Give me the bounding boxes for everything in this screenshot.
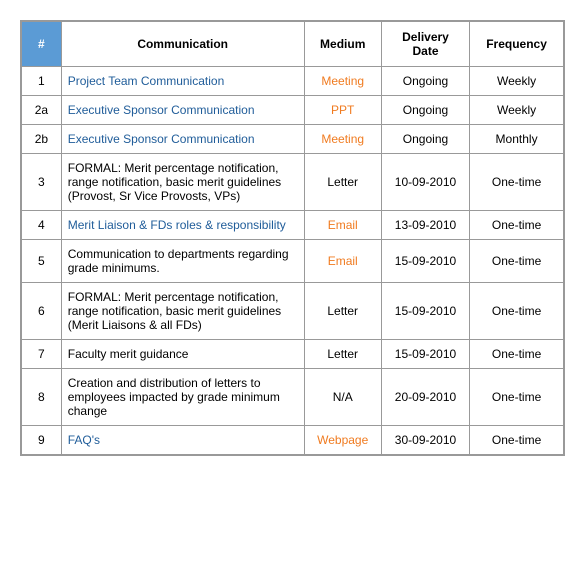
row-number: 9 (22, 426, 62, 455)
row-frequency: Weekly (470, 67, 564, 96)
row-frequency: Monthly (470, 125, 564, 154)
table-row: 7Faculty merit guidanceLetter15-09-2010O… (22, 340, 564, 369)
table-row: 2aExecutive Sponsor CommunicationPPTOngo… (22, 96, 564, 125)
row-frequency: One-time (470, 369, 564, 426)
row-number: 7 (22, 340, 62, 369)
row-number: 1 (22, 67, 62, 96)
row-frequency: One-time (470, 283, 564, 340)
row-communication: Creation and distribution of letters to … (61, 369, 304, 426)
row-delivery-date: Ongoing (381, 96, 469, 125)
row-number: 2a (22, 96, 62, 125)
row-communication[interactable]: Merit Liaison & FDs roles & responsibili… (61, 211, 304, 240)
row-delivery-date: 15-09-2010 (381, 240, 469, 283)
row-medium: Email (304, 240, 381, 283)
row-communication[interactable]: Executive Sponsor Communication (61, 96, 304, 125)
communication-table: # Communication Medium Delivery Date Fre… (20, 20, 565, 456)
row-medium: N/A (304, 369, 381, 426)
row-medium: Letter (304, 283, 381, 340)
col-header-delivery-date: Delivery Date (381, 22, 469, 67)
row-communication: Faculty merit guidance (61, 340, 304, 369)
table-row: 4Merit Liaison & FDs roles & responsibil… (22, 211, 564, 240)
row-communication[interactable]: Executive Sponsor Communication (61, 125, 304, 154)
row-delivery-date: Ongoing (381, 125, 469, 154)
row-delivery-date: 15-09-2010 (381, 340, 469, 369)
row-communication[interactable]: Project Team Communication (61, 67, 304, 96)
row-delivery-date: 20-09-2010 (381, 369, 469, 426)
row-communication[interactable]: FAQ's (61, 426, 304, 455)
row-medium: Letter (304, 154, 381, 211)
row-medium: PPT (304, 96, 381, 125)
row-number: 2b (22, 125, 62, 154)
row-frequency: One-time (470, 340, 564, 369)
row-frequency: One-time (470, 240, 564, 283)
row-delivery-date: Ongoing (381, 67, 469, 96)
row-communication: Communication to departments regarding g… (61, 240, 304, 283)
row-frequency: One-time (470, 154, 564, 211)
row-medium: Letter (304, 340, 381, 369)
row-medium: Webpage (304, 426, 381, 455)
col-header-communication: Communication (61, 22, 304, 67)
row-delivery-date: 13-09-2010 (381, 211, 469, 240)
col-header-frequency: Frequency (470, 22, 564, 67)
row-communication: FORMAL: Merit percentage notification, r… (61, 154, 304, 211)
row-number: 6 (22, 283, 62, 340)
row-delivery-date: 30-09-2010 (381, 426, 469, 455)
table-row: 5Communication to departments regarding … (22, 240, 564, 283)
col-header-medium: Medium (304, 22, 381, 67)
row-delivery-date: 15-09-2010 (381, 283, 469, 340)
col-header-hash: # (22, 22, 62, 67)
row-delivery-date: 10-09-2010 (381, 154, 469, 211)
table-row: 6FORMAL: Merit percentage notification, … (22, 283, 564, 340)
row-medium: Meeting (304, 125, 381, 154)
row-medium: Meeting (304, 67, 381, 96)
table-row: 2bExecutive Sponsor CommunicationMeeting… (22, 125, 564, 154)
row-frequency: One-time (470, 211, 564, 240)
row-communication: FORMAL: Merit percentage notification, r… (61, 283, 304, 340)
table-row: 1Project Team CommunicationMeetingOngoin… (22, 67, 564, 96)
row-frequency: Weekly (470, 96, 564, 125)
table-row: 3FORMAL: Merit percentage notification, … (22, 154, 564, 211)
table-row: 9FAQ'sWebpage30-09-2010One-time (22, 426, 564, 455)
table-row: 8Creation and distribution of letters to… (22, 369, 564, 426)
row-number: 5 (22, 240, 62, 283)
row-medium: Email (304, 211, 381, 240)
row-number: 8 (22, 369, 62, 426)
row-frequency: One-time (470, 426, 564, 455)
row-number: 4 (22, 211, 62, 240)
row-number: 3 (22, 154, 62, 211)
